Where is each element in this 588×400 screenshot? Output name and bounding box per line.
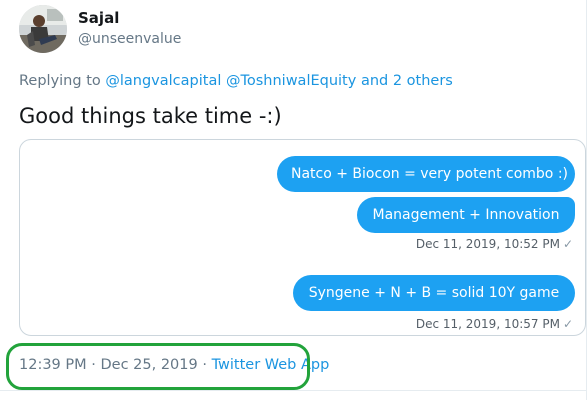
timestamp-text: Dec 11, 2019, 10:57 PM <box>415 317 560 331</box>
message-bubble: Syngene + N + B = solid 10Y game <box>293 275 575 311</box>
author-handle[interactable]: @unseenvalue <box>78 30 181 48</box>
mention-others-link[interactable]: and 2 others <box>361 73 453 89</box>
timestamp-text: Dec 11, 2019, 10:52 PM <box>415 237 560 251</box>
message-bubble: Management + Innovation <box>357 197 575 233</box>
replying-to-line: Replying to @langvalcapital @ToshniwalEq… <box>19 72 453 90</box>
highlight-annotation <box>6 343 310 390</box>
message-timestamp: Dec 11, 2019, 10:57 PM ✓ <box>416 317 573 331</box>
message-timestamp: Dec 11, 2019, 10:52 PM ✓ <box>416 237 573 251</box>
divider <box>586 0 587 400</box>
avatar[interactable] <box>19 5 67 53</box>
message-bubble: Natco + Biocon = very potent combo :) <box>277 156 575 192</box>
read-check-icon: ✓ <box>562 237 573 251</box>
replying-prefix: Replying to <box>19 73 101 89</box>
read-check-icon: ✓ <box>562 317 573 331</box>
divider <box>0 390 586 391</box>
tweet-image[interactable]: Natco + Biocon = very potent combo :) Ma… <box>19 139 586 336</box>
tweet-text: Good things take time -:) <box>19 104 282 128</box>
avatar-photo-icon <box>19 5 67 53</box>
tweet-page: Sajal @unseenvalue Replying to @langvalc… <box>0 0 588 400</box>
mention-link-langvalcapital[interactable]: @langvalcapital <box>105 73 221 89</box>
mention-link-toshniwalequity[interactable]: @ToshniwalEquity <box>226 73 356 89</box>
author-name[interactable]: Sajal <box>78 9 119 27</box>
